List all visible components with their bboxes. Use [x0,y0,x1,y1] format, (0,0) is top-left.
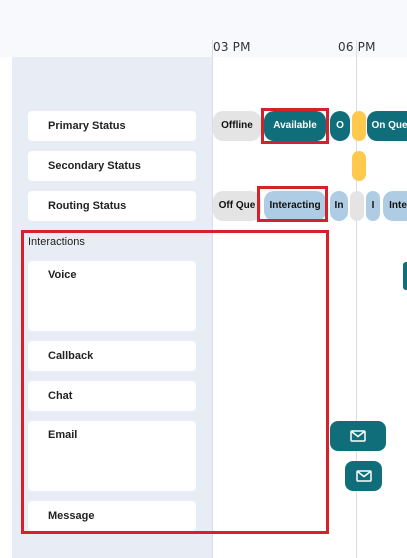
row-label-chat: Chat [28,381,196,411]
routing-segment-off-queue[interactable]: Off Que [213,191,261,221]
row-label-secondary-status: Secondary Status [28,151,196,181]
secondary-segment-yellow[interactable] [352,151,366,181]
primary-segment-offline[interactable]: Offline [213,111,261,141]
envelope-icon [355,470,372,482]
primary-segment-yellow[interactable] [352,111,366,141]
row-label-message: Message [28,501,196,531]
row-label-primary-status: Primary Status [28,111,196,141]
primary-segment-on-queue[interactable]: On Que [367,111,407,141]
row-label-voice: Voice [28,261,196,331]
routing-segment-i[interactable]: I [366,191,380,221]
email-interaction-button[interactable] [330,421,386,451]
time-label-3pm: 03 PM [213,40,251,54]
routing-segment-gap[interactable] [350,191,364,221]
routing-segment-in[interactable]: In [330,191,348,221]
primary-segment-available[interactable]: Available [264,111,326,141]
row-label-email: Email [28,421,196,491]
row-label-callback: Callback [28,341,196,371]
primary-segment-o[interactable]: O [330,111,350,141]
interactions-section-title: Interactions [28,236,85,248]
row-label-routing-status: Routing Status [28,191,196,221]
routing-segment-interacting-2[interactable]: Inte [383,191,407,221]
time-label-6pm: 06 PM [338,40,376,54]
envelope-icon [350,430,366,442]
email-interaction-button-2[interactable] [345,461,382,491]
routing-segment-interacting[interactable]: Interacting [264,191,326,221]
voice-interaction-marker[interactable] [403,262,407,290]
